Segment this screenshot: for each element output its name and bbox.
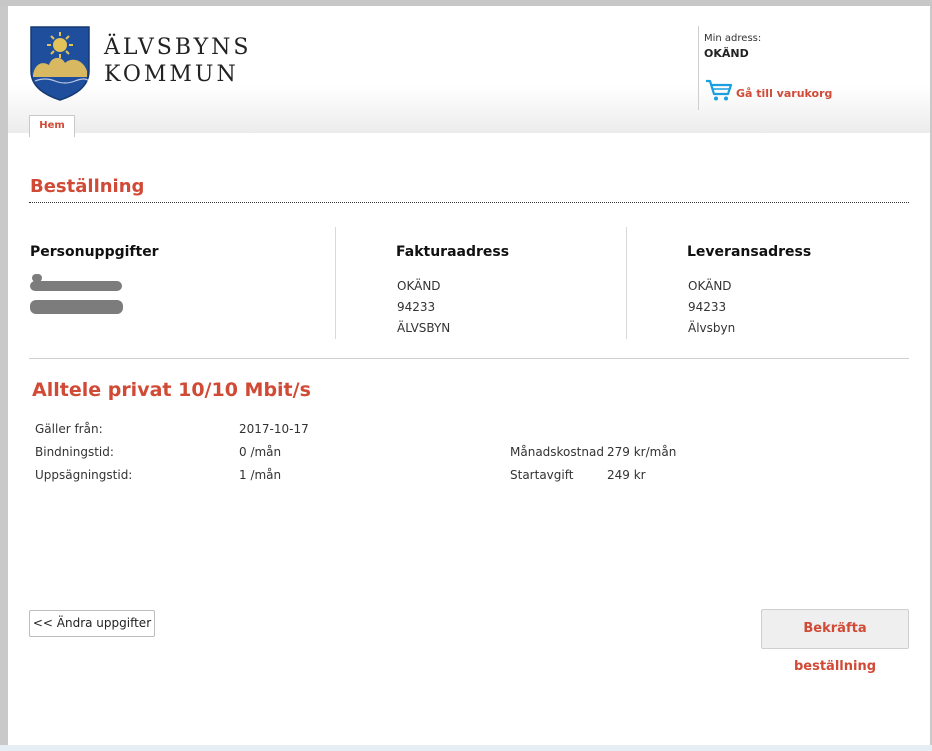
municipality-logo-text[interactable]: ÄLVSBYNS KOMMUN (104, 34, 251, 88)
column-divider (335, 227, 336, 339)
confirm-order-button[interactable]: Bekräfta beställning (761, 609, 909, 674)
start-fee-label: Startavgift (510, 468, 574, 482)
address-value: OKÄND (704, 47, 749, 60)
notice-period-label: Uppsägningstid: (35, 468, 133, 482)
valid-from-value: 2017-10-17 (239, 422, 309, 436)
window-bottom-edge (0, 745, 932, 751)
monthly-cost-value: 279 kr/mån (607, 445, 677, 459)
cart-link-label: Gå till varukorg (736, 87, 833, 100)
billing-address-heading: Fakturaadress (396, 244, 510, 260)
title-divider (29, 202, 909, 203)
billing-address-city: ÄLVSBYN (397, 321, 451, 335)
billing-address-postcode: 94233 (397, 300, 436, 314)
notice-period-value: 1 /mån (239, 468, 282, 482)
monthly-cost-label: Månadskostnad (510, 445, 604, 459)
valid-from-label: Gäller från: (35, 422, 103, 436)
personal-details-heading: Personuppgifter (30, 244, 159, 260)
header-divider (698, 26, 699, 110)
tab-home[interactable]: Hem (29, 115, 75, 137)
binding-period-label: Bindningstid: (35, 445, 114, 459)
column-divider (626, 227, 627, 339)
shopping-cart-icon (706, 79, 733, 101)
go-to-cart-link[interactable]: Gå till varukorg (705, 78, 832, 102)
redacted-name (30, 281, 122, 291)
edit-details-button[interactable]: << Ändra uppgifter (29, 610, 155, 637)
binding-period-value: 0 /mån (239, 445, 282, 459)
logo-line-2: KOMMUN (104, 62, 239, 87)
delivery-address-name: OKÄND (688, 279, 732, 293)
page-title: Beställning (30, 176, 145, 197)
product-title: Alltele privat 10/10 Mbit/s (32, 379, 311, 401)
start-fee-value: 249 kr (607, 468, 646, 482)
site-header: ÄLVSBYNS KOMMUN Min adress: OKÄND Gå til… (8, 6, 930, 137)
section-divider (29, 358, 909, 359)
coat-of-arms-icon[interactable] (29, 25, 91, 101)
delivery-address-heading: Leveransadress (687, 244, 812, 260)
delivery-address-postcode: 94233 (688, 300, 727, 314)
logo-line-1: ÄLVSBYNS (104, 35, 252, 60)
delivery-address-city: Älvsbyn (688, 321, 736, 335)
address-label: Min adress: (704, 33, 762, 44)
page: ÄLVSBYNS KOMMUN Min adress: OKÄND Gå til… (8, 6, 930, 745)
billing-address-name: OKÄND (397, 279, 441, 293)
redacted-details (30, 300, 123, 314)
